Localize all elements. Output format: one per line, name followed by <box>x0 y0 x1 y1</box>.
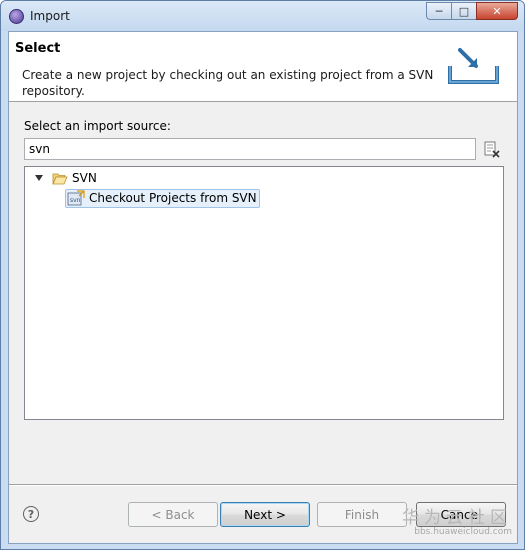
wizard-banner: Select Create a new project by checking … <box>9 32 517 102</box>
eclipse-icon <box>9 9 24 24</box>
import-source-label: Select an import source: <box>24 119 171 133</box>
help-icon[interactable]: ? <box>23 506 39 522</box>
tree-item-selection[interactable]: svn Checkout Projects from SVN <box>65 188 260 208</box>
tree-item-checkout-projects[interactable]: svn Checkout Projects from SVN <box>65 188 260 208</box>
expand-arrow-icon[interactable] <box>35 175 43 181</box>
minimize-button[interactable]: ─ <box>426 2 452 20</box>
tree-node-svn[interactable]: SVN <box>35 169 97 187</box>
folder-open-icon <box>52 173 68 184</box>
maximize-button[interactable]: □ <box>451 2 477 20</box>
filter-input[interactable] <box>24 138 476 160</box>
cancel-button[interactable]: Cancel <box>416 502 506 527</box>
import-wizard-tree[interactable]: SVN svn Checkout Projects from SVN <box>24 166 504 420</box>
dialog-client-area: Select Create a new project by checking … <box>8 31 518 544</box>
page-title: Select <box>15 41 61 56</box>
import-dialog: Import ─ □ ✕ Select Create a new project… <box>0 0 525 550</box>
finish-button[interactable]: Finish <box>317 502 407 527</box>
back-button[interactable]: < Back <box>128 502 218 527</box>
svn-checkout-icon: svn <box>67 190 85 206</box>
next-button[interactable]: Next > <box>220 502 310 527</box>
close-button[interactable]: ✕ <box>476 2 518 20</box>
title-bar[interactable]: Import ─ □ ✕ <box>1 1 524 31</box>
clear-filter-icon[interactable] <box>483 141 501 159</box>
tree-item-label: Checkout Projects from SVN <box>89 191 257 205</box>
window-title: Import <box>30 9 70 23</box>
import-wizard-icon <box>448 48 499 84</box>
tree-category-label: SVN <box>72 171 97 185</box>
window-controls: ─ □ ✕ <box>426 2 518 20</box>
page-description: Create a new project by checking out an … <box>22 68 434 98</box>
svg-text:svn: svn <box>70 197 81 204</box>
button-bar-separator <box>9 484 517 486</box>
